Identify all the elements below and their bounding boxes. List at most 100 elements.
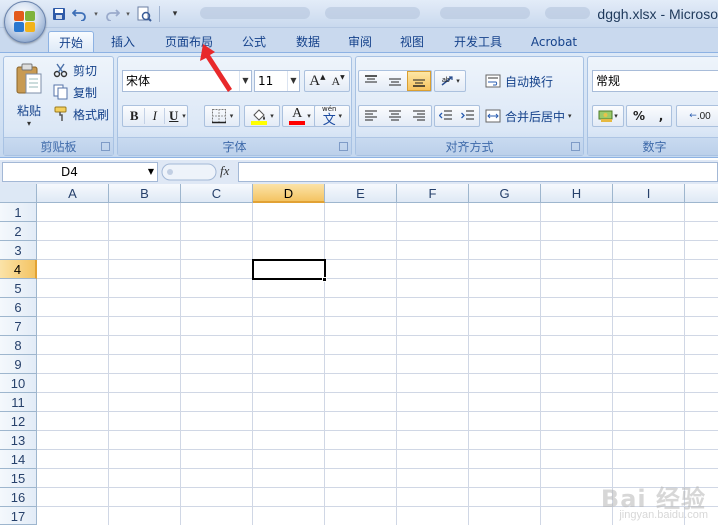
row-header[interactable]: 3 (0, 241, 37, 260)
number-format-select[interactable]: 常规 (592, 70, 718, 92)
tab-formulas[interactable]: 公式 (233, 31, 275, 53)
tab-page-layout[interactable]: 页面布局 (158, 31, 220, 53)
row-header[interactable]: 6 (0, 298, 37, 317)
fill-color-button[interactable]: ▾ (244, 105, 280, 127)
print-preview-icon[interactable] (135, 5, 153, 23)
column-header-h[interactable]: H (541, 184, 613, 203)
row-header[interactable]: 9 (0, 355, 37, 374)
name-box[interactable]: D4 ▼ (2, 162, 158, 182)
font-group: 宋体 ▼ 11 ▼ A ▲ A ▼ B I U ▾ ▾ ▾ A ▾ wén 文 … (117, 56, 352, 156)
undo-dropdown-icon[interactable]: ▾ (92, 5, 100, 23)
phonetic-button[interactable]: wén 文 ▾ (314, 105, 350, 127)
row-header[interactable]: 14 (0, 450, 37, 469)
chevron-down-icon: ▾ (182, 112, 186, 120)
tab-review[interactable]: 审阅 (339, 31, 381, 53)
font-grow-shrink-buttons: A ▲ A ▼ (304, 70, 350, 92)
wrap-text-button[interactable]: 自动换行 (484, 71, 584, 91)
font-name-select[interactable]: 宋体 ▼ (122, 70, 252, 92)
row-header[interactable]: 10 (0, 374, 37, 393)
tab-developer[interactable]: 开发工具 (447, 31, 509, 53)
redo-dropdown-icon[interactable]: ▾ (124, 5, 132, 23)
row-header[interactable]: 12 (0, 412, 37, 431)
chevron-down-icon: ▼ (147, 167, 154, 176)
align-left-icon[interactable] (359, 110, 383, 122)
row-header[interactable]: 15 (0, 469, 37, 488)
cut-label: 剪切 (73, 63, 98, 78)
font-color-button[interactable]: A ▾ (282, 105, 318, 127)
column-header-partial[interactable] (685, 184, 718, 203)
dialog-launcher-icon[interactable] (571, 142, 580, 151)
column-header-d[interactable]: D (253, 184, 325, 203)
row-header[interactable]: 2 (0, 222, 37, 241)
row-header[interactable]: 7 (0, 317, 37, 336)
active-cell-d4[interactable] (252, 259, 326, 280)
gridline (540, 203, 541, 525)
row-header[interactable]: 8 (0, 336, 37, 355)
formula-input[interactable] (238, 162, 718, 182)
copy-button[interactable]: 复制 (52, 82, 112, 102)
dialog-launcher-icon[interactable] (339, 142, 348, 151)
save-icon[interactable] (50, 5, 68, 23)
blurred-window-tab (200, 7, 310, 19)
column-header-g[interactable]: G (469, 184, 541, 203)
tab-insert[interactable]: 插入 (103, 31, 143, 53)
paste-button[interactable]: 粘贴 ▾ (7, 59, 51, 131)
tab-view[interactable]: 视图 (391, 31, 433, 53)
svg-text:ab: ab (442, 77, 450, 84)
customize-dropdown-icon[interactable]: ▾ (166, 5, 184, 23)
undo-icon[interactable] (71, 5, 89, 23)
office-logo-icon (14, 11, 36, 33)
borders-icon (211, 109, 226, 124)
column-header-f[interactable]: F (397, 184, 469, 203)
redo-icon[interactable] (103, 5, 121, 23)
borders-button[interactable]: ▾ (204, 105, 240, 127)
grow-font-button[interactable]: A (309, 73, 320, 90)
fill-handle[interactable] (322, 277, 327, 282)
row-header[interactable]: 5 (0, 279, 37, 298)
select-all-button[interactable] (0, 184, 37, 203)
tab-home[interactable]: 开始 (48, 31, 94, 53)
row-header[interactable]: 13 (0, 431, 37, 450)
column-header-b[interactable]: B (109, 184, 181, 203)
font-size-select[interactable]: 11 ▼ (254, 70, 300, 92)
align-bottom-icon[interactable] (407, 71, 431, 91)
gridline (180, 203, 181, 525)
row-header[interactable]: 16 (0, 488, 37, 507)
align-right-icon[interactable] (407, 110, 431, 122)
row-header[interactable]: 17 (0, 507, 37, 525)
column-header-c[interactable]: C (181, 184, 253, 203)
row-header-selected[interactable]: 4 (0, 260, 37, 279)
merge-center-button[interactable]: 合并后居中 ▾ (484, 106, 584, 126)
office-button[interactable] (4, 1, 46, 43)
blurred-window-tab (440, 7, 530, 19)
row-header[interactable]: 1 (0, 203, 37, 222)
column-header-i[interactable]: I (613, 184, 685, 203)
accounting-format-button[interactable]: ▾ (592, 105, 624, 127)
tab-data[interactable]: 数据 (287, 31, 329, 53)
align-center-icon[interactable] (383, 110, 407, 122)
align-top-icon[interactable] (359, 71, 383, 91)
bold-button[interactable]: B (124, 108, 144, 124)
increase-decimal-button[interactable]: ← .00 (676, 105, 718, 127)
percent-button[interactable]: % (627, 109, 651, 123)
orientation-button[interactable]: ab ▾ (434, 70, 466, 92)
cut-button[interactable]: 剪切 (52, 60, 112, 80)
tab-acrobat[interactable]: Acrobat (523, 31, 585, 53)
blurred-window-tab (545, 7, 590, 19)
italic-button[interactable]: I (144, 108, 164, 124)
decrease-indent-icon[interactable] (435, 110, 457, 122)
watermark-url: jingyan.baidu.com (619, 509, 708, 521)
row-header[interactable]: 11 (0, 393, 37, 412)
dialog-launcher-icon[interactable] (101, 142, 110, 151)
comma-button[interactable]: , (651, 109, 671, 123)
increase-indent-icon[interactable] (457, 110, 479, 122)
insert-function-button[interactable]: fx (220, 163, 229, 179)
column-header-e[interactable]: E (325, 184, 397, 203)
align-middle-icon[interactable] (383, 71, 407, 91)
column-header-a[interactable]: A (37, 184, 109, 203)
phonetic-char: 文 (322, 112, 336, 128)
chevron-down-icon: ▾ (568, 112, 572, 120)
format-painter-button[interactable]: 格式刷 (52, 104, 114, 124)
shrink-font-button[interactable]: A (331, 74, 340, 89)
underline-button[interactable]: U (164, 108, 182, 124)
